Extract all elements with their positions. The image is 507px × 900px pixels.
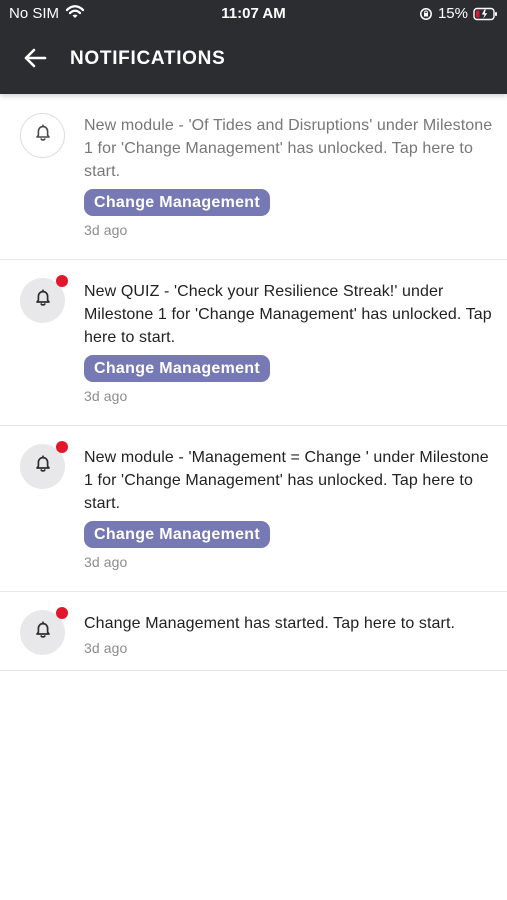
lock-rotation-icon [419,7,433,21]
battery-charging-icon [473,7,498,21]
notification-message: New QUIZ - 'Check your Resilience Streak… [84,283,492,346]
bell-icon [32,122,54,149]
back-arrow-icon [22,46,48,75]
notifications-screen: No SIM 11:07 AM 15% NOTIFICATIONS New mo… [0,0,507,900]
notification-content: New module - 'Of Tides and Disruptions' … [84,114,494,239]
notification-time: 3d ago [84,222,128,238]
notification-message: Change Management has started. Tap here … [84,615,456,632]
notification-item[interactable]: New module - 'Of Tides and Disruptions' … [0,94,507,260]
notification-item[interactable]: New module - 'Management = Change ' unde… [0,426,507,592]
bell-icon [32,287,54,314]
course-tag: Change Management [84,521,271,548]
page-title: NOTIFICATIONS [70,48,226,69]
status-bar: No SIM 11:07 AM 15% [0,0,507,28]
top-bar: No SIM 11:07 AM 15% NOTIFICATIONS [0,0,507,94]
notification-bell-unread [20,275,68,323]
notification-content: New module - 'Management = Change ' unde… [84,446,494,571]
course-tag: Change Management [84,355,271,382]
unread-dot [56,441,68,453]
notification-item[interactable]: New QUIZ - 'Check your Resilience Streak… [0,260,507,426]
app-bar: NOTIFICATIONS [0,30,507,90]
notification-time: 3d ago [84,388,128,404]
notification-list: New module - 'Of Tides and Disruptions' … [0,94,507,671]
notification-content: Change Management has started. Tap here … [84,612,494,657]
notification-item[interactable]: Change Management has started. Tap here … [0,592,507,671]
back-button[interactable] [20,46,50,74]
notification-time: 3d ago [84,554,128,570]
notification-message: New module - 'Of Tides and Disruptions' … [84,117,493,180]
battery-percentage: 15% [437,5,468,22]
status-right: 15% [419,5,498,22]
notification-content: New QUIZ - 'Check your Resilience Streak… [84,280,494,405]
unread-dot [56,607,68,619]
unread-dot [56,275,68,287]
notification-bell-unread [20,607,68,655]
course-tag: Change Management [84,189,271,216]
notification-time: 3d ago [84,640,128,656]
notification-message: New module - 'Management = Change ' unde… [84,449,489,512]
bell-icon [32,619,54,646]
notification-bell-unread [20,441,68,489]
notification-bell-read [20,113,65,158]
bell-icon [32,453,54,480]
